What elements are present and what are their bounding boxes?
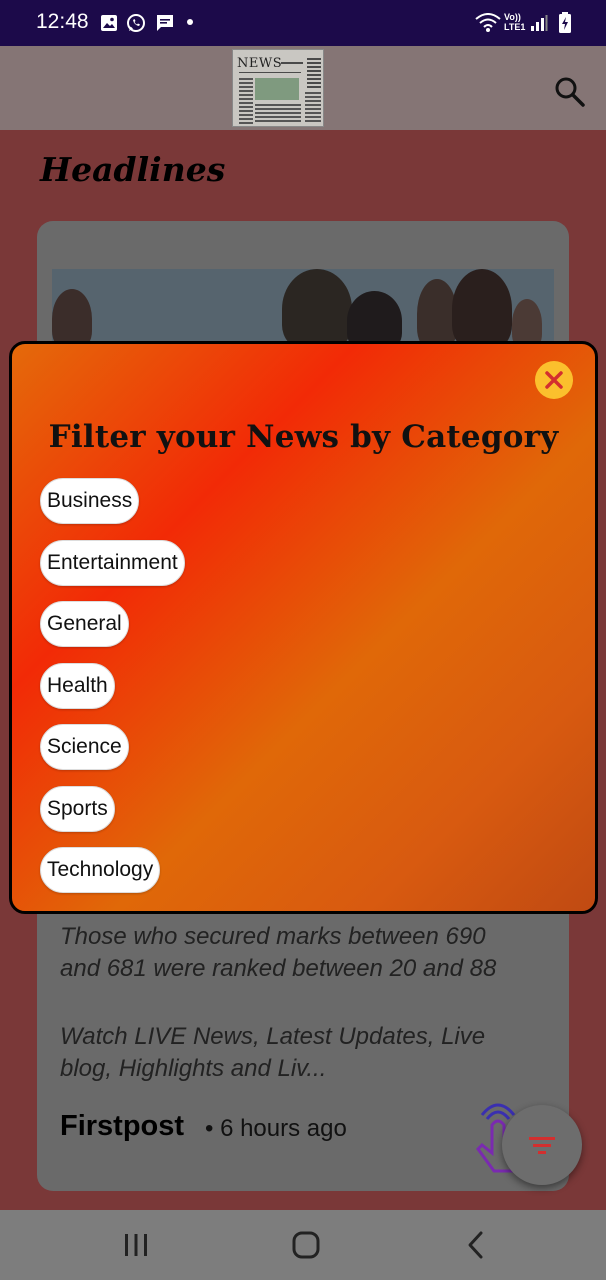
home-icon[interactable] (286, 1228, 326, 1262)
category-chip-health[interactable]: Health (40, 663, 115, 709)
wifi-icon (475, 13, 501, 32)
filter-button[interactable] (502, 1105, 582, 1185)
dialog-title: Filter your News by Category (48, 419, 559, 455)
network-indicator: Vo)) LTE1 (504, 12, 525, 32)
description-line: and 681 were ranked between 20 and 88 (60, 955, 497, 982)
description-line: blog, Highlights and Liv... (60, 1055, 327, 1082)
news-source: Firstpost (60, 1110, 185, 1142)
category-chip-technology[interactable]: Technology (40, 847, 161, 893)
news-description-extra: Watch LIVE News, Latest Updates, Live bl… (60, 1021, 555, 1085)
description-line: Watch LIVE News, Latest Updates, Live (60, 1023, 486, 1050)
category-chip-science[interactable]: Science (40, 724, 129, 770)
dot-icon (187, 19, 193, 25)
close-icon (545, 371, 563, 389)
page-title: Headlines (40, 150, 226, 189)
signal-icon (531, 15, 548, 31)
recents-icon[interactable] (116, 1228, 156, 1262)
status-bar: 12:48 Vo)) LTE1 (0, 0, 606, 46)
network-volte-label: Vo)) (504, 12, 521, 22)
message-icon (157, 15, 173, 31)
filter-icon (529, 1137, 555, 1154)
gallery-icon (101, 15, 117, 31)
battery-charging-icon (559, 12, 571, 33)
logo-text: NEWS (237, 56, 283, 71)
close-button[interactable] (535, 361, 573, 399)
whatsapp-icon (127, 14, 145, 32)
news-time: • 6 hours ago (205, 1115, 347, 1142)
filter-dialog: Filter your News by Category Business En… (9, 341, 598, 914)
category-chip-general[interactable]: General (40, 601, 129, 647)
app-logo: NEWS (232, 49, 324, 127)
news-image (52, 269, 554, 344)
system-nav-bar (0, 1210, 606, 1280)
category-chip-business[interactable]: Business (40, 478, 140, 524)
news-description: Those who secured marks between 690 and … (60, 921, 555, 985)
status-time: 12:48 (36, 10, 89, 33)
category-chip-sports[interactable]: Sports (40, 786, 115, 832)
category-chip-entertainment[interactable]: Entertainment (40, 540, 185, 586)
network-lte-label: LTE1 (504, 22, 526, 32)
search-icon[interactable] (552, 74, 586, 108)
back-icon[interactable] (456, 1228, 496, 1262)
app-bar: NEWS (0, 46, 606, 130)
description-line: Those who secured marks between 690 (60, 923, 486, 950)
